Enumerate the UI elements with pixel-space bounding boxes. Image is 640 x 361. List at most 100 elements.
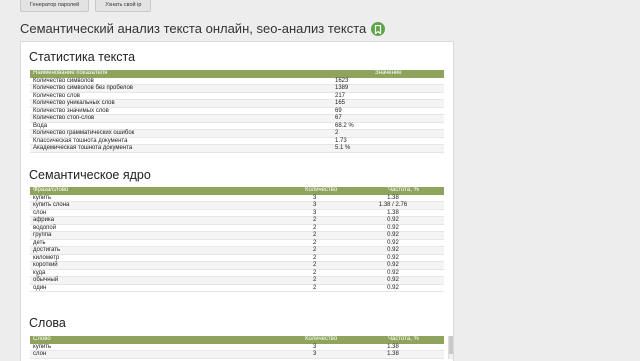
stats-cell-value: 1389	[335, 85, 349, 91]
stats-cell-value: 5.1 %	[335, 145, 351, 151]
core-cell-phrase: один	[33, 284, 47, 291]
core-cell-phrase: куда	[33, 269, 46, 276]
words-cell-count: 3	[313, 343, 317, 350]
stats-table: Наименование показателя Значение Количес…	[30, 70, 444, 153]
core-cell-freq: 0.92	[387, 277, 399, 283]
core-col-freq: Частота, %	[388, 187, 419, 193]
core-cell-count: 2	[313, 284, 317, 291]
core-cell-freq: 1.38 / 2.76	[378, 202, 408, 208]
stats-cell-name: Количество символов без пробелов	[33, 85, 133, 91]
words-cell-freq: 1.38	[387, 343, 399, 350]
words-cell-count: 3	[313, 351, 317, 357]
core-table: Фраза/слово Количество Частота, % купить…	[30, 187, 444, 292]
words-table-row: слон 3 1.38	[30, 351, 444, 359]
core-cell-count: 2	[313, 217, 317, 223]
core-table-row: купить слона 3 1.38 / 2.76	[30, 202, 444, 210]
stats-heading: Статистика текста	[29, 50, 136, 64]
stats-cell-value: 2	[335, 130, 339, 136]
core-cell-freq: 0.92	[387, 224, 399, 231]
stats-cell-name: Количество уникальных слов	[33, 100, 115, 106]
stats-cell-name: Вода	[33, 122, 48, 129]
stats-col-value: Значение	[375, 70, 402, 76]
core-cell-phrase: купить слона	[33, 202, 70, 208]
core-cell-count: 2	[313, 254, 317, 261]
core-col-count: Количество	[305, 187, 338, 193]
core-cell-count: 2	[313, 277, 317, 283]
core-table-row: купить 3 1.38	[30, 194, 444, 202]
stats-table-row: Количество символов без пробелов 1389	[30, 85, 444, 93]
core-cell-count: 2	[313, 239, 317, 246]
core-cell-phrase: деть	[33, 239, 46, 246]
stats-cell-value: 165	[335, 100, 346, 106]
core-table-header: Фраза/слово Количество Частота, %	[30, 187, 444, 195]
words-scrollbar-thumb[interactable]	[449, 336, 453, 354]
stats-table-row: Вода 68.2 %	[30, 122, 444, 130]
core-cell-freq: 0.92	[387, 232, 399, 238]
words-col-count: Количество	[305, 336, 338, 342]
words-table-row: купить 3 1.38	[30, 343, 444, 351]
core-cell-freq: 0.92	[387, 269, 399, 276]
stats-table-body: Количество символов 1623 Количество символ…	[30, 78, 444, 153]
core-table-row: африка 2 0.92	[30, 217, 444, 225]
core-cell-freq: 0.92	[387, 247, 399, 253]
password-generator-button[interactable]: Генератор паролей	[20, 0, 90, 12]
core-table-row: водопой 2 0.92	[30, 224, 444, 232]
core-table-row: километр 2 0.92	[30, 254, 444, 262]
core-cell-phrase: купить	[33, 194, 52, 201]
stats-cell-name: Количество символов	[33, 77, 94, 84]
core-col-phrase: Фраза/слово	[33, 187, 69, 193]
core-table-row: достигать 2 0.92	[30, 247, 444, 255]
words-cell-freq: 1.38	[387, 351, 399, 357]
stats-table-row: Количество уникальных слов 165	[30, 100, 444, 108]
stats-col-name: Наименование показателя	[33, 70, 108, 76]
stats-table-row: Количество стоп-слов 67	[30, 115, 444, 123]
stats-table-row: Классическая тошнота документа 1.73	[30, 137, 444, 145]
core-cell-count: 2	[313, 232, 317, 238]
core-cell-freq: 0.92	[387, 239, 399, 246]
stats-cell-value: 1.73	[335, 137, 347, 144]
stats-cell-value: 217	[335, 92, 346, 99]
core-cell-count: 2	[313, 262, 317, 268]
words-table-header: Слово Количество Частота, %	[30, 336, 444, 344]
core-cell-phrase: километр	[33, 254, 60, 261]
my-ip-button[interactable]: Узнать свой ip	[95, 0, 152, 12]
core-table-row: обычный 2 0.92	[30, 277, 444, 285]
stats-table-row: Количество грамматических ошибок 2	[30, 130, 444, 138]
core-table-row: деть 2 0.92	[30, 239, 444, 247]
core-table-row: куда 2 0.92	[30, 269, 444, 277]
stats-cell-name: Академическая тошнота документа	[33, 145, 133, 151]
core-cell-freq: 0.92	[387, 217, 399, 223]
stats-table-row: Академическая тошнота документа 5.1 %	[30, 145, 444, 153]
core-cell-phrase: короткий	[33, 262, 58, 268]
core-cell-freq: 0.92	[387, 284, 399, 291]
page-title: Семантический анализ текста онлайн, seo-…	[20, 21, 367, 36]
core-table-row: короткий 2 0.92	[30, 262, 444, 270]
core-cell-phrase: достигать	[33, 247, 61, 253]
words-col-word: Слово	[33, 336, 51, 342]
core-cell-phrase: группа	[33, 232, 52, 238]
core-table-row: один 2 0.92	[30, 284, 444, 292]
results-panel: Статистика текста Наименование показател…	[20, 41, 454, 361]
words-col-freq: Частота, %	[388, 336, 419, 342]
stats-cell-value: 1623	[335, 77, 349, 84]
core-table-row: слон 3 1.38	[30, 209, 444, 217]
core-cell-freq: 1.38	[387, 194, 399, 201]
stats-cell-value: 69	[335, 107, 342, 114]
top-toolbar: Генератор паролей Узнать свой ip	[20, 0, 152, 12]
core-cell-freq: 1.38	[387, 209, 399, 216]
stats-cell-name: Количество грамматических ошибок	[33, 130, 135, 136]
bookmark-icon[interactable]	[371, 22, 386, 36]
core-cell-count: 3	[313, 194, 317, 201]
stats-table-header: Наименование показателя Значение	[30, 70, 444, 78]
core-cell-phrase: обычный	[33, 277, 59, 283]
words-scrollbar[interactable]	[448, 336, 453, 359]
stats-cell-value: 68.2 %	[335, 122, 354, 129]
words-table-body: купить 3 1.38 слон 3 1.38	[30, 344, 444, 359]
core-cell-count: 3	[313, 209, 317, 216]
core-cell-phrase: слон	[33, 209, 47, 216]
core-table-row: группа 2 0.92	[30, 232, 444, 240]
core-cell-phrase: африка	[33, 217, 55, 223]
stats-cell-name: Классическая тошнота документа	[33, 137, 128, 144]
stats-cell-name: Количество слов	[33, 92, 80, 99]
words-cell-word: купить	[33, 343, 52, 350]
